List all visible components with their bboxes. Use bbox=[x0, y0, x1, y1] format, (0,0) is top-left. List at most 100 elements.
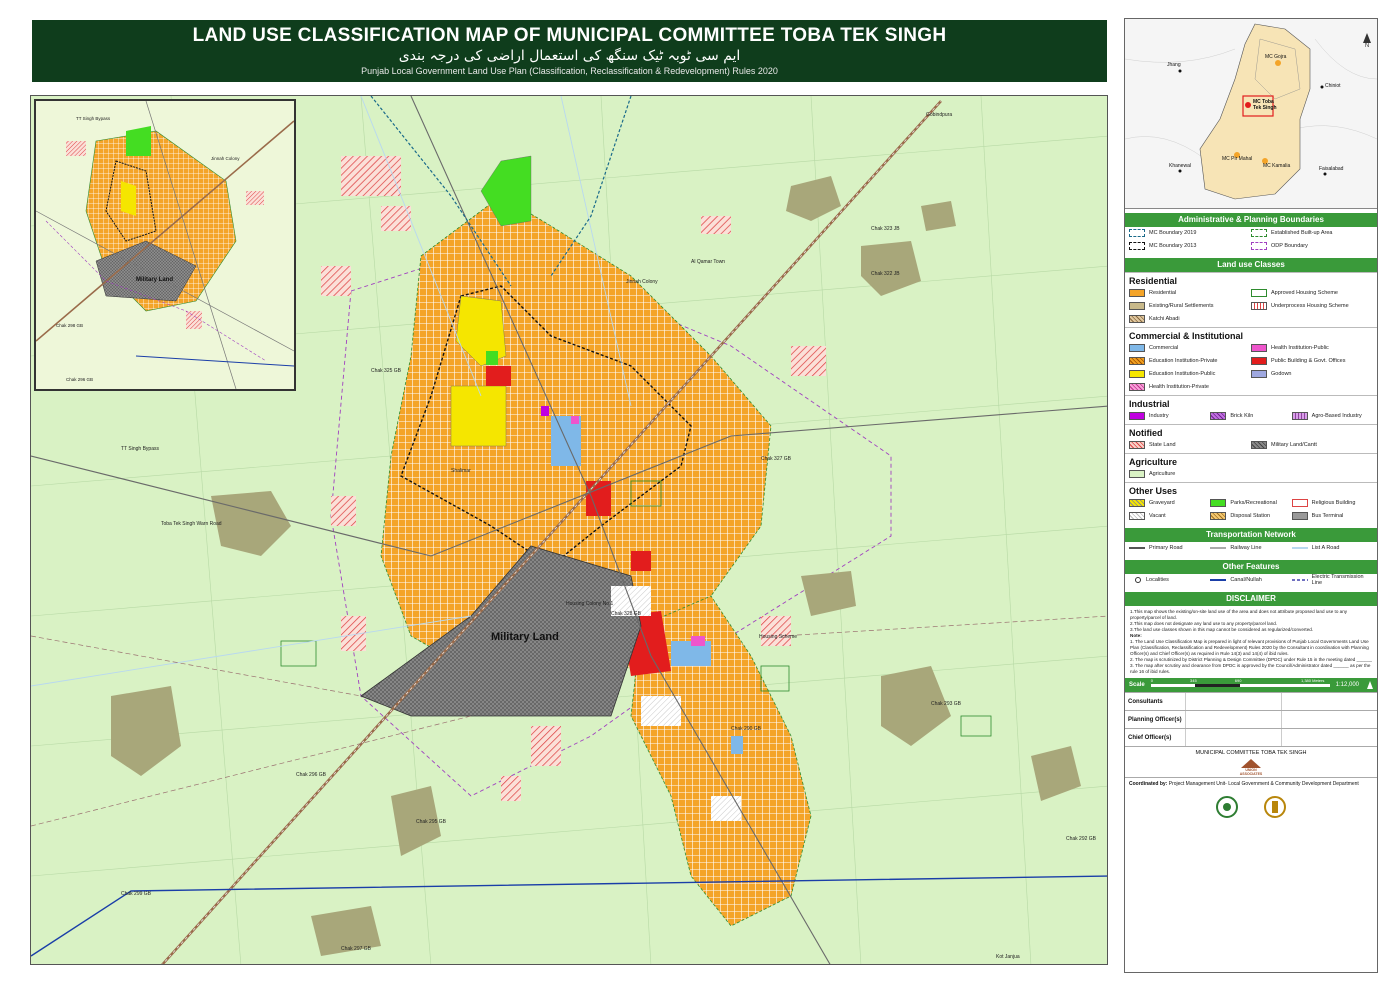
legend-label: Approved Housing Scheme bbox=[1271, 290, 1338, 296]
al-qamar-label: Al Qamar Town bbox=[691, 259, 726, 265]
agriculture-swatch bbox=[1129, 470, 1145, 478]
features-header: Other Features bbox=[1125, 560, 1377, 574]
chak-327-label: Chak 327 GB bbox=[761, 456, 792, 462]
underprocess-swatch bbox=[1251, 302, 1267, 310]
legend-item-odp: ODP Boundary bbox=[1251, 241, 1373, 251]
chak-325-label: Chak 325 GB bbox=[371, 368, 402, 374]
graveyard-swatch bbox=[1129, 499, 1145, 507]
legend-label: Brick Kiln bbox=[1230, 413, 1254, 419]
title-banner: LAND USE CLASSIFICATION MAP OF MUNICIPAL… bbox=[32, 20, 1107, 82]
legend-item-agro: Agro-Based Industry bbox=[1291, 411, 1373, 421]
canal-swatch bbox=[1210, 579, 1227, 581]
scale-row: Scale 0 345 690 1,380 Meters 1:12,000 bbox=[1125, 678, 1377, 692]
legend-label: Electric Transmission Line bbox=[1311, 574, 1364, 586]
edu-private-swatch bbox=[1129, 357, 1145, 365]
inset-chak-298-label: Chak 298 GB bbox=[56, 323, 84, 328]
legend-item-industry: Industry bbox=[1129, 411, 1210, 421]
legend-item-built-up: Established Built-up Area bbox=[1251, 228, 1373, 238]
legend-item-approved-housing: Approved Housing Scheme bbox=[1251, 288, 1373, 298]
scale-ratio: 1:12,000 bbox=[1335, 682, 1359, 688]
planning-officer-label: Planning Officer(s) bbox=[1128, 716, 1182, 723]
gobindpura-label: Gobindpura bbox=[926, 112, 953, 118]
other-uses-legend: Graveyard Parks/Recreational Religious B… bbox=[1125, 497, 1377, 524]
locator-jhang: Jhang bbox=[1167, 62, 1181, 68]
locator-kamalia: MC Kamalia bbox=[1263, 163, 1291, 169]
chak-328-label: Chak 328 GB bbox=[611, 611, 642, 617]
note-line: 1. The Land Use Classification Map is pr… bbox=[1130, 639, 1369, 656]
map-title: LAND USE CLASSIFICATION MAP OF MUNICIPAL… bbox=[192, 25, 947, 46]
legend-label: MC Boundary 2019 bbox=[1149, 230, 1197, 236]
legend-label: Residential bbox=[1149, 290, 1177, 296]
locator-map[interactable]: Jhang MC Gojra Chiniot MC Toba Tek Singh… bbox=[1125, 19, 1377, 209]
legend-item-mc-2013: MC Boundary 2013 bbox=[1129, 241, 1251, 251]
logos-row bbox=[1125, 790, 1377, 818]
chief-officer-label: Chief Officer(s) bbox=[1128, 734, 1172, 741]
logo-text: UNION ASSOCIATES bbox=[1239, 768, 1263, 776]
legend-label: Military Land/Cantt bbox=[1271, 442, 1317, 448]
signature-cell[interactable] bbox=[1281, 711, 1377, 728]
locator-khanewal: Khanewal bbox=[1169, 163, 1191, 169]
agriculture-legend: Agriculture bbox=[1125, 468, 1377, 482]
inset-map-canvas bbox=[36, 101, 294, 389]
inset-jinnah-label: Jinnah Colony bbox=[211, 156, 240, 161]
list-a-swatch bbox=[1291, 547, 1308, 549]
industrial-header: Industrial bbox=[1125, 395, 1377, 410]
legend-item-edu-private: Education Institution-Private bbox=[1129, 356, 1251, 366]
locator-canvas bbox=[1125, 23, 1377, 200]
legend-label: Katchi Abadi bbox=[1149, 316, 1180, 322]
residential-swatch bbox=[1129, 289, 1145, 297]
legend-item-health-public: Health Institution-Public bbox=[1251, 343, 1373, 353]
signature-cell[interactable] bbox=[1185, 711, 1281, 728]
parks-swatch bbox=[1210, 499, 1227, 507]
shalimar-label: Shalimar bbox=[451, 468, 471, 474]
railway-swatch bbox=[1210, 547, 1227, 549]
signature-cell[interactable] bbox=[1281, 729, 1377, 746]
commercial-swatch bbox=[1129, 344, 1145, 352]
chak-292-label: Chak 292 GB bbox=[1066, 836, 1097, 842]
coordinated-by: Coordinated by: Project Management Unit-… bbox=[1125, 777, 1377, 790]
legend-item-electric: Electric Transmission Line bbox=[1291, 574, 1373, 586]
legend-item-mc-2019: MC Boundary 2019 bbox=[1129, 228, 1251, 238]
signature-cell[interactable] bbox=[1185, 693, 1281, 710]
mc-name: MUNICIPAL COMMITTEE TOBA TEK SINGH bbox=[1195, 750, 1307, 756]
disclaimer-text: 1.This map shows the existing/on-site la… bbox=[1125, 606, 1377, 678]
legend-label: List A Road bbox=[1311, 545, 1340, 551]
approved-housing-swatch bbox=[1251, 289, 1267, 297]
signature-cell[interactable] bbox=[1281, 693, 1377, 710]
scale-bar: 0 345 690 1,380 Meters bbox=[1150, 678, 1330, 689]
legend-item-brick-kiln: Brick Kiln bbox=[1210, 411, 1291, 421]
public-building-swatch bbox=[1251, 357, 1267, 365]
signature-cell[interactable] bbox=[1185, 729, 1281, 746]
legend-item-list-a: List A Road bbox=[1291, 543, 1373, 553]
legend-item-religious: Religious Building bbox=[1291, 498, 1373, 508]
electric-swatch bbox=[1291, 579, 1308, 581]
scale-north-icon bbox=[1367, 681, 1373, 689]
inset-map[interactable]: Military Land TT Singh Bypass Chak 298 G… bbox=[34, 99, 296, 391]
chak-296-label: Chak 296 GB bbox=[296, 772, 327, 778]
bus-swatch bbox=[1291, 512, 1308, 520]
commercial-legend: Commercial Health Institution-Public Edu… bbox=[1125, 342, 1377, 395]
state-land-swatch bbox=[1129, 441, 1145, 449]
scale-label: Scale bbox=[1129, 682, 1145, 688]
footer: MUNICIPAL COMMITTEE TOBA TEK SINGH UNION… bbox=[1125, 746, 1377, 777]
scale-tick: 0 bbox=[1150, 678, 1153, 683]
disclaimer-header: DISCLAIMER bbox=[1125, 592, 1377, 606]
legend-item-public-building: Public Building & Govt. Offices bbox=[1251, 356, 1373, 366]
inset-chak-296-label: Chak 296 GB bbox=[66, 377, 94, 382]
bypass-label: TT Singh Bypass bbox=[121, 446, 159, 452]
locator-pir-mahal: MC Pir Mahal bbox=[1222, 156, 1253, 162]
brick-kiln-swatch bbox=[1210, 412, 1227, 420]
planning-officer-row: Planning Officer(s) bbox=[1125, 710, 1377, 728]
edu-public-swatch bbox=[1129, 370, 1145, 378]
legend-item-katchi: Katchi Abadi bbox=[1129, 314, 1251, 324]
legend-item-underprocess: Underprocess Housing Scheme bbox=[1251, 301, 1373, 311]
legend-label: Railway Line bbox=[1230, 545, 1262, 551]
pmu-logo-icon bbox=[1264, 796, 1286, 818]
legend-label: State Land bbox=[1149, 442, 1176, 448]
inset-military-label: Military Land bbox=[136, 277, 174, 283]
legend-item-canal: Canal/Nullah bbox=[1210, 575, 1291, 585]
chak-297-label: Chak 297 GB bbox=[341, 946, 372, 952]
legend-item-disposal: Disposal Station bbox=[1210, 511, 1291, 521]
locality-icon bbox=[1135, 577, 1141, 583]
odp-swatch bbox=[1251, 242, 1267, 250]
